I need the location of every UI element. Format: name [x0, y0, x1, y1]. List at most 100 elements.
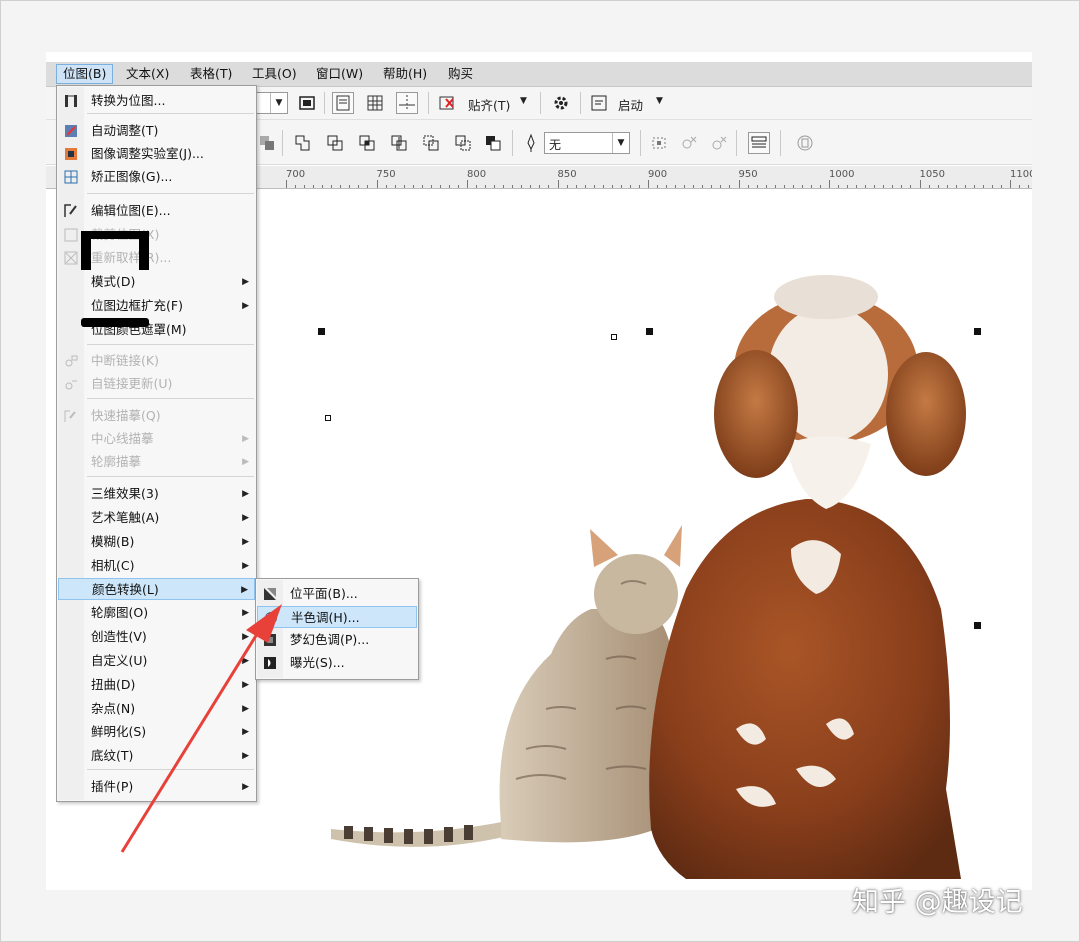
selection-handle-middle-right[interactable] — [974, 622, 981, 629]
selection-handle-top-right[interactable] — [974, 328, 981, 335]
menu-item-label: 矫正图像(G)... — [91, 169, 173, 184]
watermark: 知乎 @趣设记 — [852, 887, 1023, 918]
simplify-icon[interactable] — [388, 132, 410, 154]
submenu-arrow-icon: ▶ — [242, 680, 249, 690]
snap-dropdown-arrow[interactable]: ▼ — [520, 96, 527, 106]
snap-to-menu[interactable]: 贴齐(T) — [468, 95, 510, 114]
submenu-arrow-icon: ▶ — [242, 513, 249, 523]
submenu-item-halftone[interactable]: 半色调(H)... — [257, 606, 417, 628]
menu-item-texture[interactable]: 底纹(T) ▶ — [58, 745, 255, 767]
grid-icon[interactable] — [364, 92, 386, 114]
convert-to-bitmap-icon — [65, 95, 77, 107]
menu-item-straighten-image[interactable]: 矫正图像(G)... — [58, 166, 255, 188]
color-transform-submenu: 位平面(B)... 半色调(H)... 梦幻色调(P)... 曝光(S)... — [255, 578, 419, 680]
menu-item-creative[interactable]: 创造性(V) ▶ — [58, 626, 255, 648]
redaction-bar — [81, 231, 91, 270]
menu-item-label: 自链接更新(U) — [91, 376, 173, 391]
pen-outline-icon[interactable] — [520, 132, 542, 154]
menu-item-label: 编辑位图(E)... — [91, 203, 171, 218]
launch-menu[interactable]: 启动 — [618, 95, 643, 114]
front-minus-back-icon[interactable] — [420, 132, 442, 154]
submenu-arrow-icon: ▶ — [242, 727, 249, 737]
menu-item-noise[interactable]: 杂点(N) ▶ — [58, 698, 255, 720]
combine-icon[interactable] — [648, 132, 670, 154]
launch-icon[interactable] — [588, 92, 610, 114]
submenu-arrow-icon: ▶ — [242, 704, 249, 714]
menu-item-camera[interactable]: 相机(C) ▶ — [58, 555, 255, 577]
back-minus-front-icon[interactable] — [452, 132, 474, 154]
straighten-image-icon — [64, 170, 78, 184]
menu-item-outline-trace: 轮廓描摹 ▶ — [58, 451, 255, 473]
menu-item-quick-trace: 快速描摹(Q) — [58, 405, 255, 427]
menu-item-image-adjust-lab[interactable]: 图像调整实验室(J)... — [58, 143, 255, 165]
selection-handle-top-center[interactable] — [646, 328, 653, 335]
outline-width-select[interactable]: 无 ▼ — [544, 132, 630, 154]
fullscreen-icon[interactable] — [296, 92, 318, 114]
menu-item-mode[interactable]: 模式(D) ▶ — [58, 271, 255, 293]
trim-icon[interactable] — [324, 132, 346, 154]
menu-item-blur[interactable]: 模糊(B) ▶ — [58, 531, 255, 553]
snap-off-icon[interactable] — [436, 92, 458, 114]
break-apart-icon[interactable] — [678, 132, 700, 154]
selection-handle-top-left[interactable] — [318, 328, 325, 335]
boundary-icon[interactable] — [482, 132, 504, 154]
menu-table[interactable]: 表格(T) — [184, 65, 238, 83]
submenu-arrow-icon: ▶ — [242, 782, 249, 792]
menu-item-break-link: 中断链接(K) — [58, 350, 255, 372]
menu-item-edit-bitmap[interactable]: 编辑位图(E)... — [58, 200, 255, 222]
unlock-icon[interactable] — [708, 132, 730, 154]
menu-item-color-transform[interactable]: 颜色转换(L) ▶ — [58, 578, 255, 600]
menu-tools[interactable]: 工具(O) — [246, 65, 303, 83]
resample-icon — [64, 251, 78, 265]
menu-item-auto-adjust[interactable]: 自动调整(T) — [58, 120, 255, 142]
bit-planes-icon — [264, 588, 276, 600]
ruler-label: 700 — [286, 169, 306, 180]
weld-icon[interactable] — [292, 132, 314, 154]
rotation-center-handle[interactable] — [611, 334, 617, 340]
wrap-text-icon[interactable] — [748, 132, 770, 154]
menu-item-label: 图像调整实验室(J)... — [91, 146, 204, 161]
menu-window[interactable]: 窗口(W) — [310, 65, 369, 83]
menu-item-label: 鲜明化(S) — [91, 724, 147, 739]
submenu-item-psychedelic[interactable]: 梦幻色调(P)... — [257, 629, 417, 651]
zoom-dropdown[interactable]: ▼ — [252, 92, 288, 114]
menu-help[interactable]: 帮助(H) — [377, 65, 433, 83]
submenu-item-bit-planes[interactable]: 位平面(B)... — [257, 583, 417, 605]
intersect-icon[interactable] — [356, 132, 378, 154]
node-handle[interactable] — [325, 415, 331, 421]
image-adjust-lab-icon — [65, 148, 77, 160]
menu-item-art-strokes[interactable]: 艺术笔触(A) ▶ — [58, 507, 255, 529]
menu-item-label: 扭曲(D) — [91, 677, 136, 692]
gear-icon[interactable] — [550, 92, 572, 114]
menu-buy[interactable]: 购买 — [442, 65, 479, 83]
menu-text[interactable]: 文本(X) — [120, 65, 175, 83]
launch-dropdown-arrow[interactable]: ▼ — [656, 96, 663, 106]
menu-item-label: 颜色转换(L) — [92, 582, 159, 597]
crop-bitmap-icon — [64, 228, 78, 242]
guidelines-icon[interactable] — [396, 92, 418, 114]
menu-item-label: 插件(P) — [91, 779, 134, 794]
ruler-label: 1000 — [829, 169, 855, 180]
bitmap-trace-icon[interactable] — [794, 132, 816, 154]
menu-item-contour[interactable]: 轮廓图(O) ▶ — [58, 602, 255, 624]
bitmap-menu: 转换为位图... 自动调整(T) 图像调整实验室(J)... 矫正图像(G)... 编辑… — [56, 85, 257, 802]
menu-item-3d-effects[interactable]: 三维效果(3) ▶ — [58, 483, 255, 505]
menu-item-label: 创造性(V) — [91, 629, 147, 644]
submenu-arrow-icon: ▶ — [242, 434, 249, 444]
menu-item-bitmap-border-expand[interactable]: 位图边框扩充(F) ▶ — [58, 295, 255, 317]
menu-item-label: 模式(D) — [91, 274, 136, 289]
menu-bitmap[interactable]: 位图(B) — [56, 64, 114, 84]
menu-item-distort[interactable]: 扭曲(D) ▶ — [58, 674, 255, 696]
menu-item-label: 杂点(N) — [91, 701, 136, 716]
arrange-icon[interactable] — [256, 132, 278, 154]
menu-item-plugins[interactable]: 插件(P) ▶ — [58, 776, 255, 798]
submenu-item-solarize[interactable]: 曝光(S)... — [257, 652, 417, 674]
menu-item-label: 自动调整(T) — [91, 123, 159, 138]
ruler-label: 750 — [376, 169, 396, 180]
menu-item-custom[interactable]: 自定义(U) ▶ — [58, 650, 255, 672]
edit-bitmap-icon — [64, 204, 77, 217]
rulers-icon[interactable] — [332, 92, 354, 114]
menu-item-sharpen[interactable]: 鲜明化(S) ▶ — [58, 721, 255, 743]
menu-item-label: 转换为位图... — [91, 93, 166, 108]
menu-item-convert-to-bitmap[interactable]: 转换为位图... — [58, 90, 255, 112]
